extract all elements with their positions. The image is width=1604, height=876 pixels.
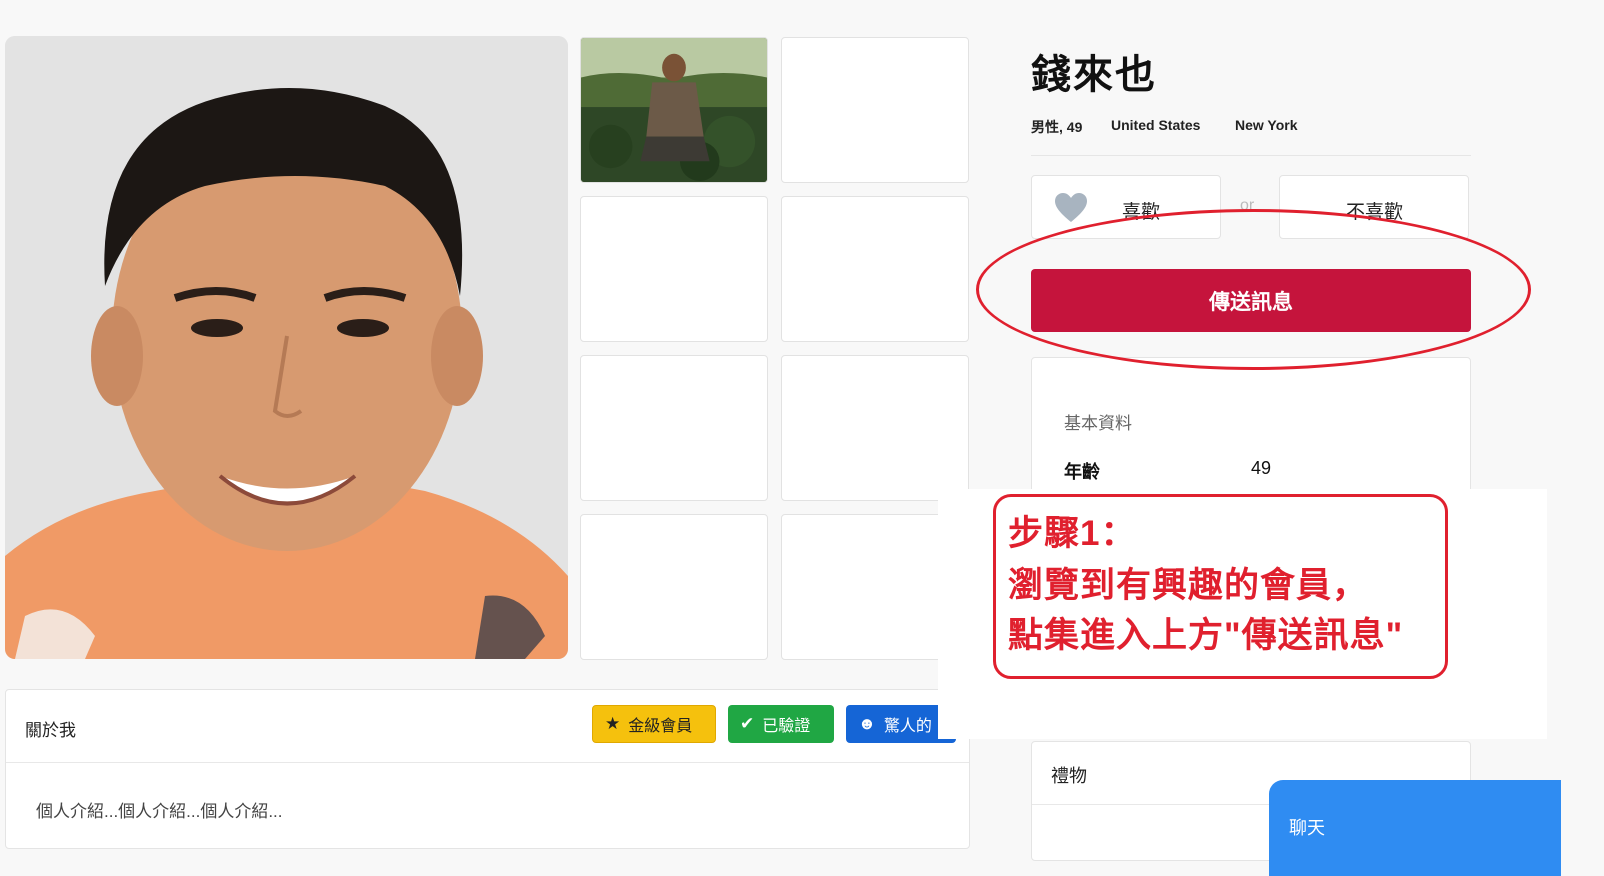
- send-message-button[interactable]: 傳送訊息: [1031, 269, 1471, 332]
- dislike-label: 不喜歡: [1346, 202, 1404, 223]
- gallery-slot-empty[interactable]: [781, 355, 969, 501]
- gallery-slot-empty[interactable]: [580, 196, 768, 342]
- smile-icon: ☻: [858, 714, 876, 733]
- about-me-title: 關於我: [25, 721, 76, 740]
- age-key: 年齡: [1064, 462, 1100, 482]
- basic-info-card: 基本資料 年齡 49: [1031, 357, 1471, 507]
- gender-age: 男性, 49: [1031, 119, 1083, 135]
- about-me-card: 關於我 ★ 金級會員 ✔ 已驗證 ☻ 驚人的 個人介紹...個人介紹...個人介…: [5, 689, 970, 849]
- chat-label: 聊天: [1289, 818, 1325, 838]
- dislike-button[interactable]: 不喜歡: [1279, 175, 1469, 239]
- city: New York: [1235, 117, 1298, 133]
- country: United States: [1111, 117, 1201, 133]
- gallery-slot-empty[interactable]: [781, 37, 969, 183]
- gold-member-badge: ★ 金級會員: [592, 705, 716, 743]
- gold-member-label: 金級會員: [628, 718, 693, 735]
- like-label: 喜歡: [1122, 202, 1161, 223]
- annotation-line-2: 瀏覽到有興趣的會員，: [1008, 566, 1369, 605]
- about-me-text: 個人介紹...個人介紹...個人介紹...: [36, 802, 283, 821]
- annotation-step-title: 步驟1：: [1008, 514, 1137, 553]
- gallery-slot-empty[interactable]: [580, 355, 768, 501]
- chat-tab[interactable]: 聊天: [1269, 780, 1561, 876]
- or-separator: or: [1240, 197, 1255, 214]
- amazing-label: 驚人的: [883, 718, 932, 735]
- heart-icon: [1055, 193, 1087, 222]
- gallery-slot-empty[interactable]: [580, 514, 768, 660]
- star-icon: ★: [605, 714, 621, 733]
- profile-name: 錢來也: [1031, 53, 1157, 97]
- gallery-thumbnail-photo[interactable]: [580, 37, 768, 183]
- divider: [1031, 155, 1471, 156]
- annotation-line-3: 點集進入上方"傳送訊息": [1008, 616, 1404, 655]
- verified-label: 已驗證: [762, 718, 811, 735]
- gifts-title: 禮物: [1051, 766, 1087, 786]
- basic-info-heading: 基本資料: [1064, 414, 1132, 433]
- check-icon: ✔: [740, 714, 755, 733]
- like-button[interactable]: 喜歡: [1031, 175, 1221, 239]
- age-value: 49: [1251, 458, 1272, 478]
- verified-badge: ✔ 已驗證: [728, 705, 834, 743]
- gallery-slot-empty[interactable]: [781, 196, 969, 342]
- about-me-header: 關於我 ★ 金級會員 ✔ 已驗證 ☻ 驚人的: [6, 690, 969, 763]
- main-profile-photo[interactable]: [5, 36, 568, 659]
